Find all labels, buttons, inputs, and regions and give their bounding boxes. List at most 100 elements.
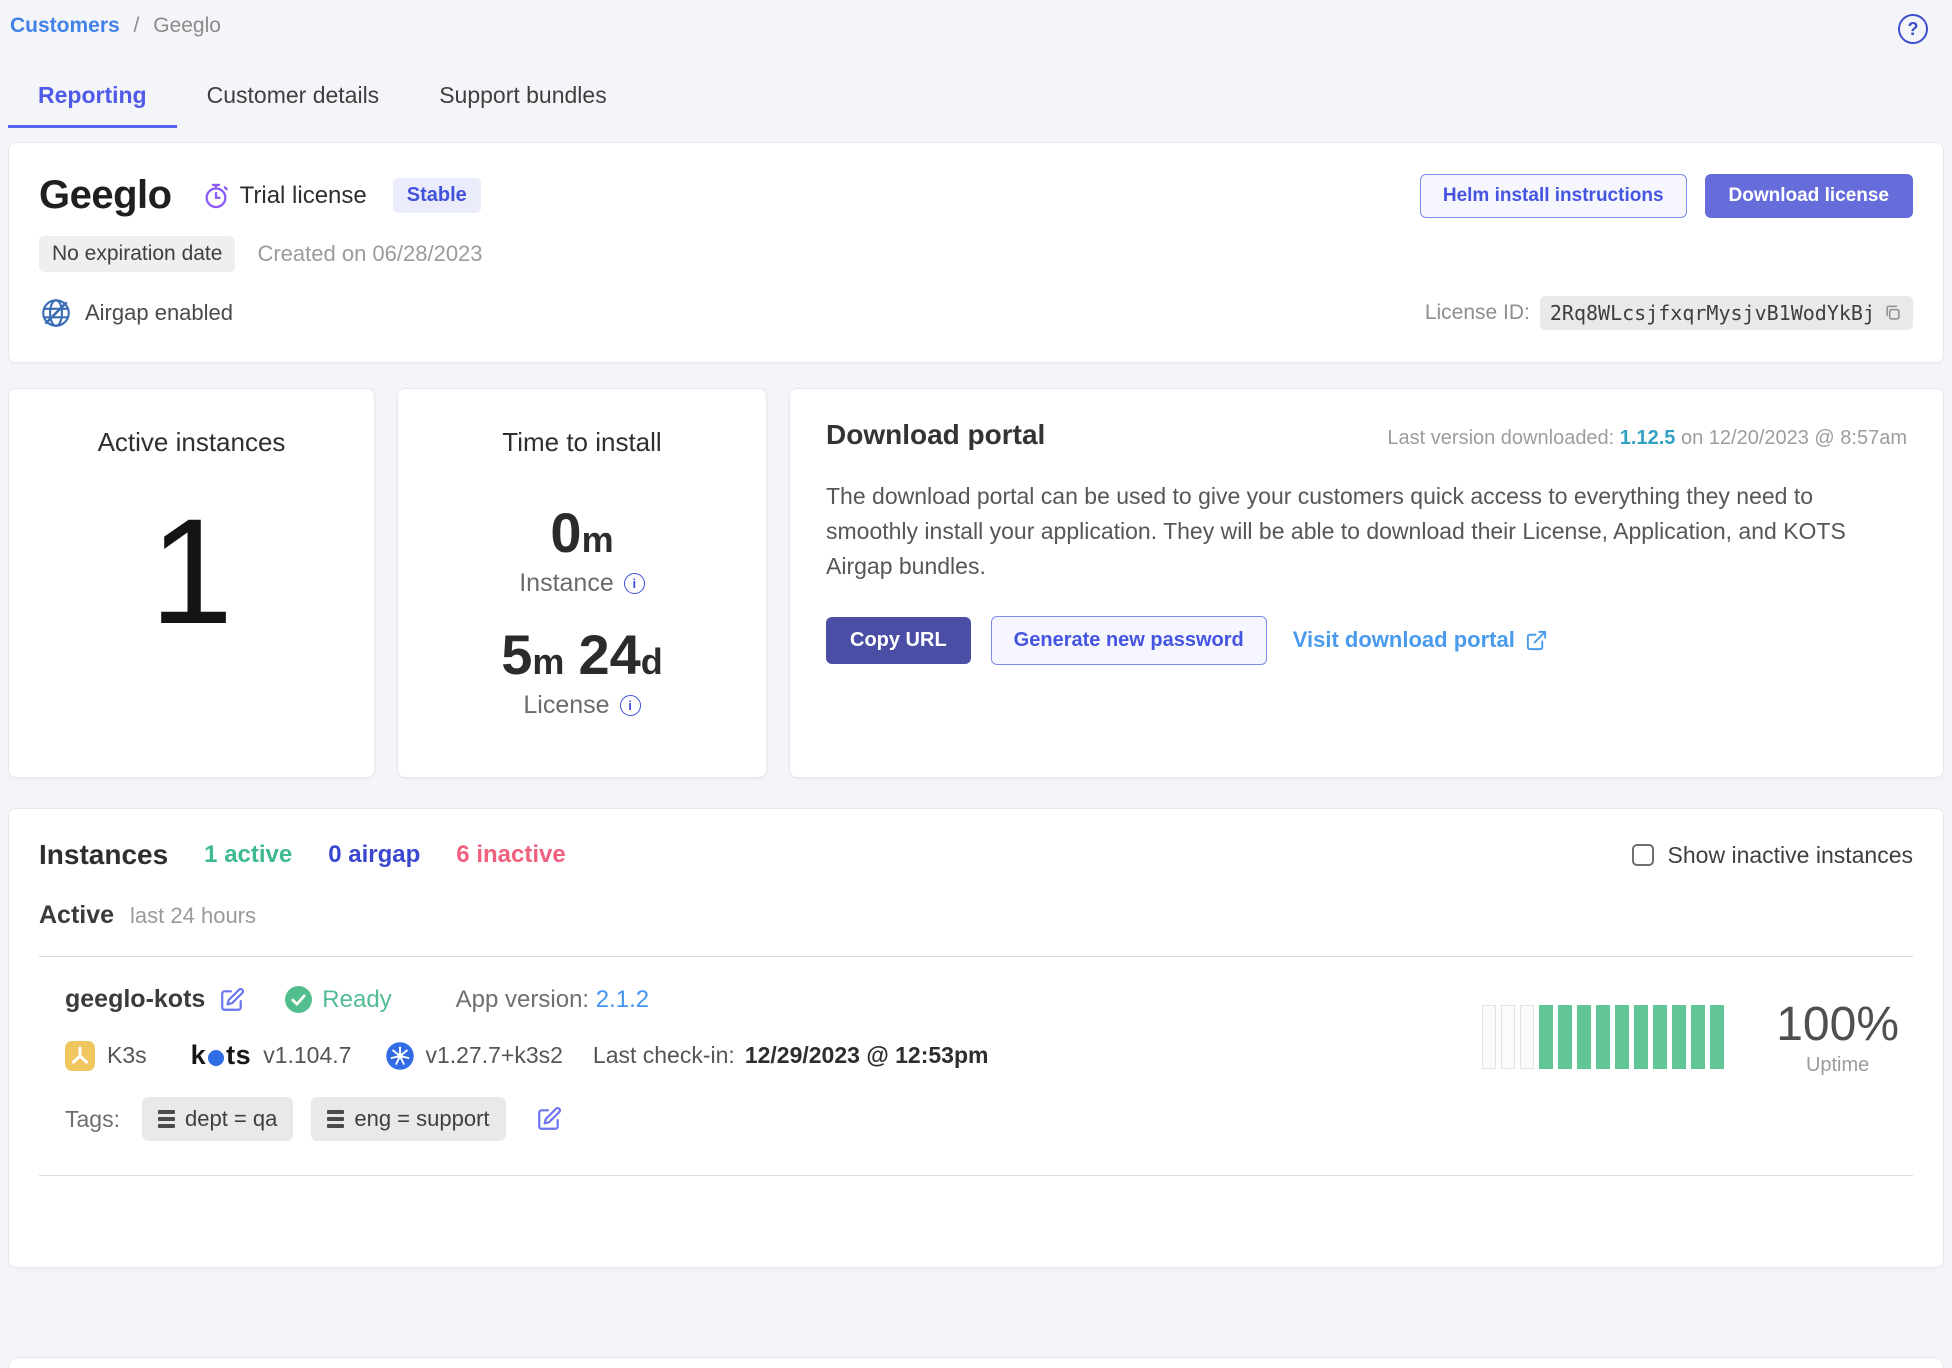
license-time-unit-1: m <box>532 641 564 682</box>
active-count[interactable]: 1 active <box>204 841 292 869</box>
last-version-downloaded: Last version downloaded: 1.12.5 on 12/20… <box>1387 427 1907 450</box>
license-time-value-1: 5 <box>501 623 532 686</box>
download-license-button[interactable]: Download license <box>1705 174 1913 218</box>
generate-password-button[interactable]: Generate new password <box>991 616 1267 665</box>
external-link-icon <box>1525 629 1548 652</box>
airgap-label: Airgap enabled <box>85 300 233 326</box>
uptime-bar-empty <box>1501 1005 1515 1069</box>
instances-card: Instances 1 active 0 airgap 6 inactive S… <box>8 808 1944 1268</box>
breadcrumb-customers-link[interactable]: Customers <box>10 14 120 37</box>
tag-text: eng = support <box>354 1106 489 1132</box>
inactive-count[interactable]: 6 inactive <box>456 841 565 869</box>
kots-version: v1.104.7 <box>263 1042 351 1069</box>
uptime-bar-filled <box>1558 1005 1572 1069</box>
time-to-install-card: Time to install 0m Instance i 5m24d Lice… <box>397 388 767 778</box>
license-info-icon[interactable]: i <box>620 695 641 716</box>
download-portal-description: The download portal can be used to give … <box>826 479 1907 584</box>
license-type: Trial license <box>202 182 367 210</box>
channel-badge: Stable <box>393 178 481 213</box>
download-portal-card: Download portal Last version downloaded:… <box>789 388 1944 778</box>
uptime-bar-filled <box>1653 1005 1667 1069</box>
breadcrumb-current: Geeglo <box>153 14 221 37</box>
active-section-label: Active <box>39 901 114 930</box>
uptime-bar-filled <box>1710 1005 1724 1069</box>
uptime-bar-filled <box>1577 1005 1591 1069</box>
time-to-install-title: Time to install <box>502 427 661 458</box>
last-checkin: Last check-in: 12/29/2023 @ 12:53pm <box>593 1042 989 1069</box>
active-instances-value: 1 <box>150 496 233 646</box>
kubernetes-icon <box>385 1041 415 1071</box>
instance-time-unit: m <box>582 519 614 560</box>
distribution-label: K3s <box>107 1042 147 1069</box>
license-id-value: 2Rq8WLcsjfxqrMysjvB1WodYkBj <box>1550 301 1875 325</box>
distribution: K3s <box>65 1041 147 1071</box>
kots-logo-ts: ts <box>226 1040 251 1071</box>
uptime-bar-empty <box>1482 1005 1496 1069</box>
tags-label: Tags: <box>65 1106 120 1133</box>
instance-info-icon[interactable]: i <box>624 573 645 594</box>
last-version-link[interactable]: 1.12.5 <box>1620 427 1676 449</box>
copy-icon[interactable] <box>1883 303 1903 323</box>
tag-badge: dept = qa <box>142 1097 293 1141</box>
tag-text: dept = qa <box>185 1106 277 1132</box>
instance-time-label: Instance <box>519 569 614 598</box>
instances-title: Instances <box>39 839 168 871</box>
last-checkin-label: Last check-in: <box>593 1042 735 1068</box>
kots-logo: kts <box>191 1040 252 1071</box>
license-install-time: 5m 24d License i <box>501 622 662 720</box>
tab-support-bundles[interactable]: Support bundles <box>409 70 637 128</box>
helm-install-instructions-button[interactable]: Helm install instructions <box>1420 174 1687 218</box>
uptime-bar-filled <box>1691 1005 1705 1069</box>
active-section-range: last 24 hours <box>130 903 256 929</box>
edit-tags-icon[interactable] <box>536 1106 562 1132</box>
download-portal-title: Download portal <box>826 419 1045 451</box>
uptime-bar-empty <box>1520 1005 1534 1069</box>
visit-download-portal-link[interactable]: Visit download portal <box>1293 627 1548 653</box>
last-checkin-date: 12/29/2023 @ 12:53pm <box>745 1042 989 1068</box>
uptime-bar-filled <box>1634 1005 1648 1069</box>
tag-badge: eng = support <box>311 1097 505 1141</box>
app-version-label: App version: <box>456 986 596 1013</box>
last-version-suffix: on 12/20/2023 @ 8:57am <box>1675 427 1907 449</box>
stats-row: Active instances 1 Time to install 0m In… <box>8 388 1944 778</box>
uptime-group: 100% Uptime <box>1482 997 1899 1077</box>
airgap-count[interactable]: 0 airgap <box>328 841 420 869</box>
license-time-unit-2: d <box>641 641 663 682</box>
copy-url-button[interactable]: Copy URL <box>826 617 971 664</box>
edit-instance-name-icon[interactable] <box>219 987 245 1013</box>
license-time-value-2: 24 <box>578 623 640 686</box>
tag-icon <box>327 1110 344 1128</box>
license-time-label: License <box>523 691 609 720</box>
created-date: Created on 06/28/2023 <box>257 241 482 267</box>
tag-icon <box>158 1110 175 1128</box>
tab-reporting[interactable]: Reporting <box>8 70 177 128</box>
uptime-bar-filled <box>1615 1005 1629 1069</box>
show-inactive-checkbox[interactable] <box>1632 844 1654 866</box>
kots-logo-o-dot <box>208 1050 224 1066</box>
kots-logo-k: k <box>191 1040 207 1071</box>
customer-summary-card: Geeglo Trial license Stable Helm install… <box>8 142 1944 363</box>
divider <box>39 1175 1913 1176</box>
kubernetes-version-group: v1.27.7+k3s2 <box>385 1041 562 1071</box>
kubernetes-version: v1.27.7+k3s2 <box>425 1042 562 1069</box>
uptime-bar-filled <box>1596 1005 1610 1069</box>
uptime-label: Uptime <box>1776 1054 1899 1077</box>
app-version-link[interactable]: 2.1.2 <box>596 986 649 1013</box>
k3s-icon <box>65 1041 95 1071</box>
show-inactive-toggle[interactable]: Show inactive instances <box>1632 842 1913 869</box>
license-id-chip: 2Rq8WLcsjfxqrMysjvB1WodYkBj <box>1540 296 1913 330</box>
active-instances-card: Active instances 1 <box>8 388 375 778</box>
airgap-globe-icon <box>39 296 73 330</box>
breadcrumb-separator: / <box>134 14 140 37</box>
breadcrumb: Customers / Geeglo <box>10 14 221 38</box>
uptime-bars <box>1482 1005 1724 1069</box>
help-icon[interactable]: ? <box>1898 14 1928 44</box>
tab-bar: Reporting Customer details Support bundl… <box>8 70 1952 128</box>
uptime-bar-filled <box>1539 1005 1553 1069</box>
expiration-badge: No expiration date <box>39 236 235 272</box>
tab-customer-details[interactable]: Customer details <box>177 70 410 128</box>
license-type-label: Trial license <box>240 182 367 210</box>
instance-status-label: Ready <box>322 986 391 1014</box>
app-version: App version: 2.1.2 <box>456 986 649 1014</box>
airgap-status: Airgap enabled <box>39 296 233 330</box>
